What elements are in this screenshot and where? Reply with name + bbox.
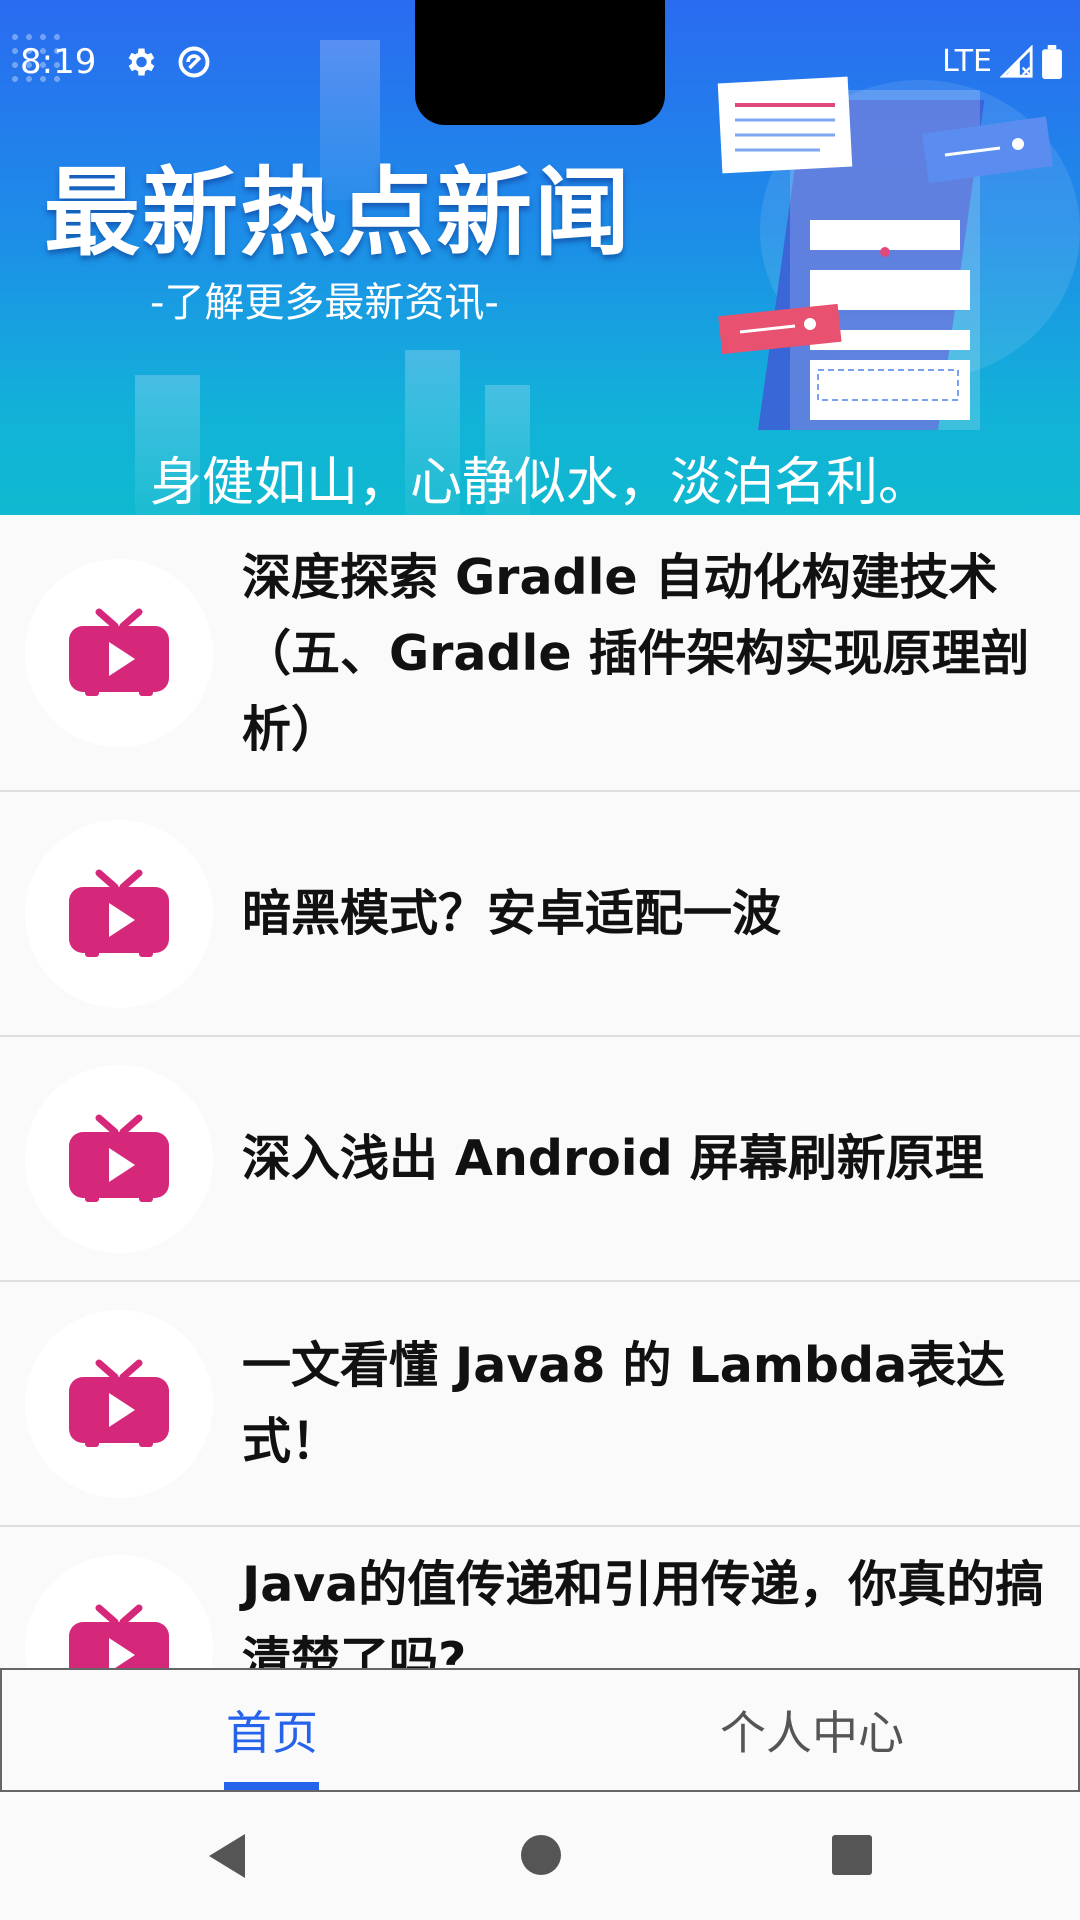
list-item[interactable]: 一文看懂 Java8 的 Lambda表达式！ (0, 1282, 1080, 1527)
camera-notch (415, 0, 665, 125)
list-item[interactable]: Java的值传递和引用传递，你真的搞清楚了吗? (0, 1527, 1080, 1668)
avatar (25, 1310, 213, 1498)
article-title: 深入浅出 Android 屏幕刷新原理 (242, 1130, 984, 1187)
list-item[interactable]: 深度探索 Gradle 自动化构建技术（五、Gradle 插件架构实现原理剖析） (0, 515, 1080, 792)
status-right-group: LTE (942, 44, 1062, 79)
recents-icon[interactable] (831, 1834, 873, 1876)
avatar (25, 820, 213, 1008)
banner-headline: 最新热点新闻 (44, 157, 632, 269)
battery-icon (1042, 44, 1062, 79)
banner-subhead: -了解更多最新资讯- (150, 280, 499, 326)
avatar (25, 1065, 213, 1253)
system-nav-bar (0, 1792, 1080, 1920)
signal-icon (1000, 44, 1033, 78)
network-type: LTE (942, 44, 992, 79)
news-illustration (717, 76, 1053, 430)
avatar (25, 559, 213, 747)
avatar (25, 1555, 213, 1668)
tab-active-indicator (224, 1782, 319, 1790)
home-icon[interactable] (520, 1834, 562, 1876)
settings-gear-icon (128, 48, 155, 76)
article-list[interactable]: 深度探索 Gradle 自动化构建技术（五、Gradle 插件架构实现原理剖析）… (0, 515, 1080, 1668)
article-title: 暗黑模式？安卓适配一波 (242, 885, 782, 942)
article-title: 一文看懂 Java8 的 Lambda表达式！ (242, 1337, 1006, 1470)
list-item[interactable]: 暗黑模式？安卓适配一波 (0, 792, 1080, 1037)
data-saver-icon (178, 46, 210, 78)
banner-motto: 身健如山，心静似水，淡泊名利。 (149, 453, 930, 513)
tab-home[interactable]: 首页 (2, 1670, 542, 1790)
bottom-tab-bar: 首页 个人中心 (0, 1668, 1080, 1792)
tab-profile-label: 个人中心 (720, 1706, 904, 1760)
tab-profile[interactable]: 个人中心 (542, 1670, 1080, 1790)
tv-play-icon (69, 608, 169, 696)
status-time: 8:19 (20, 42, 97, 82)
tv-play-icon (69, 1604, 169, 1668)
tv-play-icon (69, 1359, 169, 1447)
tv-play-icon (69, 1114, 169, 1202)
list-item[interactable]: 深入浅出 Android 屏幕刷新原理 (0, 1037, 1080, 1282)
tv-play-icon (69, 869, 169, 957)
article-title: Java的值传递和引用传递，你真的搞清楚了吗? (242, 1556, 1045, 1668)
back-icon[interactable] (205, 1832, 251, 1880)
status-bar: 8:19 LTE (0, 0, 1080, 125)
tab-home-label: 首页 (226, 1706, 318, 1760)
article-title: 深度探索 Gradle 自动化构建技术（五、Gradle 插件架构实现原理剖析） (242, 549, 1030, 758)
